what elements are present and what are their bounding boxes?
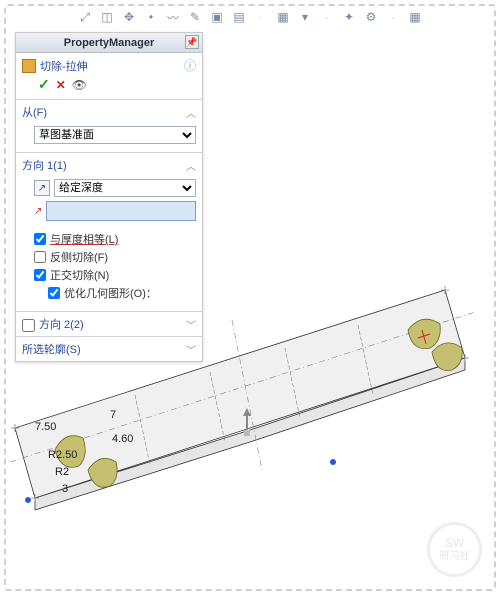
depth-input[interactable] <box>46 201 196 221</box>
link-thickness-checkbox[interactable]: 与厚度相等(L) <box>34 231 196 247</box>
optimize-geom-checkbox[interactable]: 优化几何图形(O)： <box>48 285 196 301</box>
dim-3: 3 <box>62 483 68 495</box>
preview-icon[interactable]: 👁 <box>72 78 87 92</box>
dim-r2-50: R2.50 <box>48 449 77 461</box>
ok-button[interactable]: ✓ <box>38 76 50 93</box>
tb-cube3-icon[interactable]: ▦ <box>276 10 291 25</box>
feature-name: 切除-拉伸 <box>40 58 88 74</box>
tb-grid-icon[interactable]: ▦ <box>408 10 423 25</box>
tb-sep: · <box>254 10 269 25</box>
section-from: 从(F) ︿ 草图基准面 <box>16 99 202 152</box>
panel-header: PropertyManager 📌 <box>16 33 202 53</box>
chevron-down-icon: ﹀ <box>186 317 196 332</box>
dim-4-60: 4.60 <box>112 433 133 445</box>
dir2-enable-checkbox[interactable] <box>22 319 35 332</box>
section-contours-header[interactable]: 所选轮廓(S) ﹀ <box>16 337 202 361</box>
direction-arrow-icon[interactable]: ↗ <box>34 203 42 219</box>
watermark: SW 研习社 <box>427 522 482 577</box>
view-toolbar: ⤢ ◫ ✥ • 〰 ✎ ▣ ▤ · ▦ ▾ · ✦ ⚙ · ▦ <box>0 6 500 28</box>
dim-7: 7 <box>110 409 116 421</box>
flip-side-checkbox[interactable]: 反侧切除(F) <box>34 249 196 265</box>
chevron-up-icon: ︿ <box>186 158 196 173</box>
section-dir2: 方向 2(2) ﹀ <box>16 311 202 336</box>
normal-cut-checkbox[interactable]: 正交切除(N) <box>34 267 196 283</box>
tb-coord-icon[interactable]: ✥ <box>122 10 137 25</box>
cut-extrude-icon <box>22 59 36 73</box>
property-manager-panel: PropertyManager 📌 切除-拉伸 ⓘ ✓ ✕ 👁 从(F) ︿ 草… <box>15 32 203 362</box>
tb-measure-icon[interactable]: ⚙ <box>364 10 379 25</box>
tb-cube2-icon[interactable]: ▤ <box>232 10 247 25</box>
tb-edit-icon[interactable]: ✎ <box>188 10 203 25</box>
tb-axis-icon[interactable]: ⤢ <box>78 10 93 25</box>
tb-plane-icon[interactable]: ◫ <box>100 10 115 25</box>
section-dir1-header[interactable]: 方向 1(1) ︿ <box>16 153 202 177</box>
help-icon[interactable]: ⓘ <box>184 57 196 74</box>
reverse-dir-icon[interactable]: ↗ <box>34 180 50 196</box>
action-row: ✓ ✕ 👁 <box>16 76 202 99</box>
section-contours: 所选轮廓(S) ﹀ <box>16 336 202 361</box>
tb-compass-icon[interactable]: ✦ <box>342 10 357 25</box>
section-dir2-header[interactable]: 方向 2(2) ﹀ <box>16 312 202 336</box>
tb-arrow-icon[interactable]: ▾ <box>298 10 313 25</box>
end-condition-combo[interactable]: 给定深度 <box>54 179 196 197</box>
section-from-header[interactable]: 从(F) ︿ <box>16 100 202 124</box>
cancel-button[interactable]: ✕ <box>56 78 66 92</box>
tb-sep: · <box>320 10 335 25</box>
tb-cube1-icon[interactable]: ▣ <box>210 10 225 25</box>
tb-sep: · <box>386 10 401 25</box>
from-combo[interactable]: 草图基准面 <box>34 126 196 144</box>
section-dir1: 方向 1(1) ︿ ↗ 给定深度 ↗ 与厚度相等(L) 反侧切除(F) 正 <box>16 152 202 311</box>
feature-row: 切除-拉伸 ⓘ <box>16 53 202 76</box>
dim-7-50: 7.50 <box>35 421 56 433</box>
tb-curve-icon[interactable]: 〰 <box>166 10 181 25</box>
panel-title: PropertyManager <box>64 37 154 49</box>
chevron-up-icon: ︿ <box>186 105 196 120</box>
pin-icon[interactable]: 📌 <box>185 35 199 49</box>
dim-r2: R2 <box>55 466 69 478</box>
chevron-down-icon: ﹀ <box>186 342 196 357</box>
tb-point-icon[interactable]: • <box>144 10 159 25</box>
